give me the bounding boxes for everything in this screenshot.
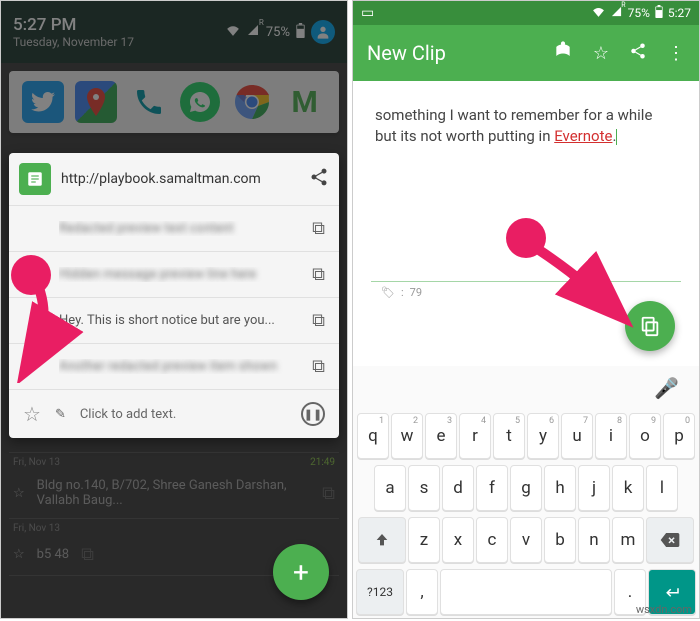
symbols-key[interactable]: ?123	[356, 569, 404, 615]
key-w[interactable]: w2	[391, 413, 423, 459]
battery-percent: 75%	[628, 6, 650, 20]
key-g[interactable]: g	[510, 465, 542, 511]
keyboard: 🎤 q1w2e3r4t5y6u7i8o9p0 asdfghjkl zxcvbnm…	[353, 366, 699, 618]
char-count: 79	[410, 286, 422, 299]
key-q[interactable]: q1	[357, 413, 389, 459]
suggestion-bar: 🎤	[353, 366, 699, 410]
note-editor[interactable]: something I want to remember for a while…	[353, 81, 699, 281]
clip-panel: http://playbook.samaltman.com Redacted p…	[9, 153, 339, 438]
key-r[interactable]: r4	[459, 413, 491, 459]
right-phone: ▭ R 75% 5:27 New Clip ☆ ⋮ something I wa…	[352, 0, 700, 619]
share-icon[interactable]	[309, 167, 329, 192]
status-time: 5:27	[668, 6, 691, 20]
pause-icon[interactable]: ❚❚	[301, 402, 325, 426]
key-l[interactable]: l	[646, 465, 678, 511]
copy-icon[interactable]: ⧉	[312, 310, 325, 331]
key-k[interactable]: k	[612, 465, 644, 511]
overflow-icon[interactable]: ⋮	[667, 43, 685, 64]
clip-item[interactable]: Another redacted preview item shown⧉	[9, 343, 339, 389]
wifi-icon	[592, 6, 605, 20]
key-s[interactable]: s	[408, 465, 440, 511]
shift-key[interactable]	[358, 517, 406, 563]
page-title: New Clip	[367, 41, 533, 65]
comma-key[interactable]: ,	[406, 569, 438, 615]
clip-item[interactable]: Hidden message preview line here⧉	[9, 251, 339, 297]
clip-item[interactable]: Redacted preview text content⧉	[9, 205, 339, 251]
status-bar: ▭ R 75% 5:27	[353, 1, 699, 25]
reader-icon[interactable]	[553, 41, 573, 66]
key-m[interactable]: m	[612, 517, 644, 563]
battery-icon	[655, 5, 663, 21]
add-text-label[interactable]: Click to add text.	[80, 407, 176, 422]
key-z[interactable]: z	[408, 517, 440, 563]
share-icon[interactable]	[629, 42, 647, 65]
key-u[interactable]: u7	[561, 413, 593, 459]
key-p[interactable]: p0	[663, 413, 695, 459]
char-count-row: 🏷 : 79	[353, 282, 699, 303]
key-e[interactable]: e3	[425, 413, 457, 459]
toolbar: New Clip ☆ ⋮	[353, 25, 699, 81]
copy-icon[interactable]: ⧉	[312, 218, 325, 239]
key-y[interactable]: y6	[527, 413, 559, 459]
star-icon[interactable]: ☆	[23, 402, 41, 426]
fab-copy[interactable]	[625, 301, 675, 351]
clip-url[interactable]: http://playbook.samaltman.com	[61, 171, 299, 187]
key-b[interactable]: b	[544, 517, 576, 563]
key-t[interactable]: t5	[493, 413, 525, 459]
backspace-key[interactable]	[646, 517, 694, 563]
key-o[interactable]: o9	[629, 413, 661, 459]
left-phone: 5:27 PM Tuesday, November 17 R 75%	[0, 0, 348, 619]
key-f[interactable]: f	[476, 465, 508, 511]
pencil-icon: ✎	[55, 407, 66, 422]
key-x[interactable]: x	[442, 517, 474, 563]
space-key[interactable]	[440, 569, 612, 615]
key-i[interactable]: i8	[595, 413, 627, 459]
key-d[interactable]: d	[442, 465, 474, 511]
copy-icon[interactable]: ⧉	[312, 264, 325, 285]
key-j[interactable]: j	[578, 465, 610, 511]
tag-icon: 🏷	[381, 286, 395, 299]
mic-icon[interactable]: 🎤	[654, 376, 679, 400]
key-n[interactable]: n	[578, 517, 610, 563]
clip-app-icon	[19, 163, 51, 195]
copy-icon[interactable]: ⧉	[312, 356, 325, 377]
key-h[interactable]: h	[544, 465, 576, 511]
fab-add[interactable]: +	[273, 544, 329, 600]
watermark: wsxdn.com	[636, 603, 692, 616]
signal-icon: R	[610, 6, 623, 20]
key-a[interactable]: a	[374, 465, 406, 511]
clip-item[interactable]: Hey. This is short notice but are you...…	[9, 297, 339, 343]
key-v[interactable]: v	[510, 517, 542, 563]
document-icon: ▭	[361, 5, 374, 21]
star-icon[interactable]: ☆	[593, 43, 609, 64]
key-c[interactable]: c	[476, 517, 508, 563]
